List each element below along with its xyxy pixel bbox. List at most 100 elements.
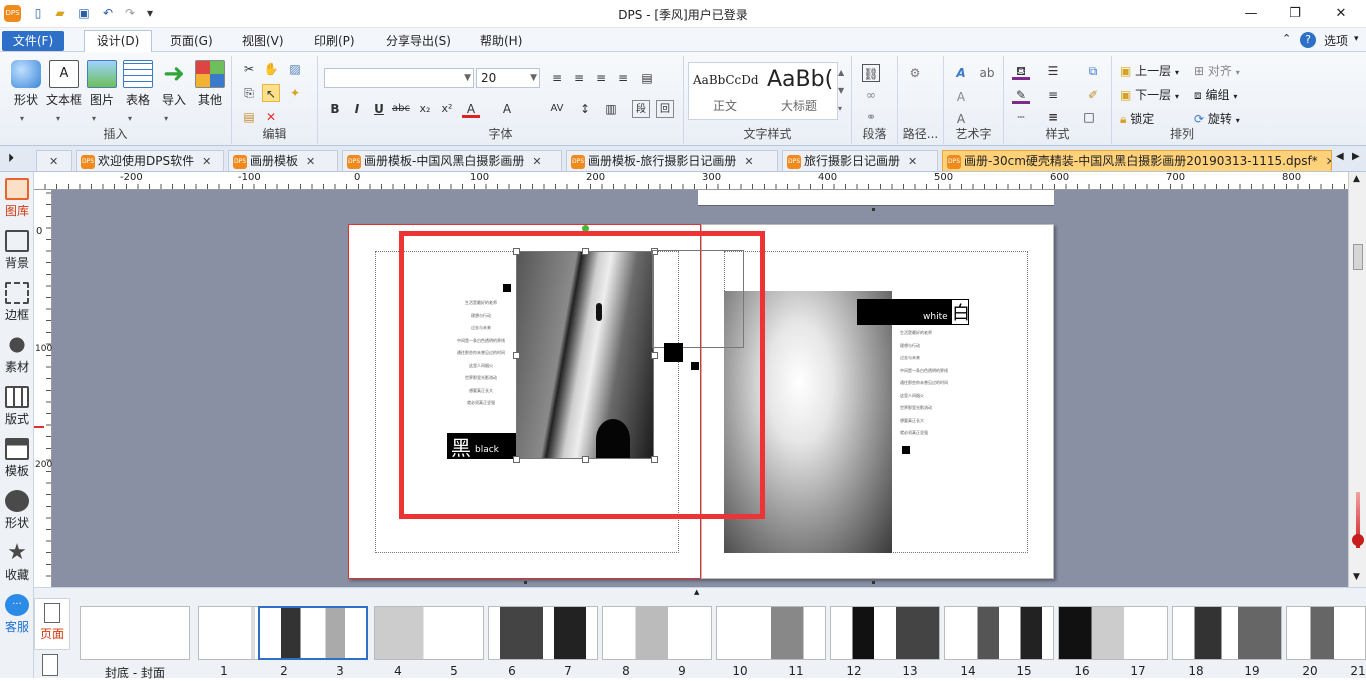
- tab-travel-album-template[interactable]: DPS 画册模板-旅行摄影日记画册 ✕: [566, 150, 778, 171]
- menu-help[interactable]: 帮助(H): [474, 31, 528, 51]
- font-size-up-icon[interactable]: A: [498, 100, 516, 118]
- chain-icon[interactable]: ∞: [862, 86, 880, 104]
- sidebar-item-border[interactable]: 边框: [0, 282, 34, 323]
- textbox-button[interactable]: A 文本框: [44, 60, 84, 108]
- sidebar-item-gallery[interactable]: 图库: [0, 178, 34, 219]
- distribute-icon[interactable]: ▤: [638, 69, 656, 87]
- sidebar-item-layout[interactable]: 版式: [0, 386, 34, 427]
- close-icon[interactable]: ✕: [306, 152, 315, 171]
- options-chevron-icon[interactable]: ▾: [1354, 34, 1359, 44]
- menu-design[interactable]: 设计(D): [84, 30, 152, 52]
- path-gear-icon[interactable]: ⚙: [906, 64, 924, 82]
- thumbnail-page-8-9[interactable]: [602, 606, 712, 660]
- unlink-icon[interactable]: ⚭: [862, 108, 880, 126]
- tab-scroll-right-icon[interactable]: ▶: [1352, 151, 1360, 162]
- select-arrow-icon[interactable]: ↖: [262, 84, 280, 102]
- menu-file[interactable]: 文件(F): [2, 31, 64, 51]
- font-family-select[interactable]: ▼: [324, 68, 474, 88]
- thumbnail-page-12-13[interactable]: [830, 606, 940, 660]
- tab-current-document[interactable]: DPS 画册-30cm硬壳精装-中国风黑白摄影画册20190313-1115.dp…: [942, 150, 1332, 171]
- menu-page[interactable]: 页面(G): [164, 31, 219, 51]
- sidebar-item-background[interactable]: 背景: [0, 230, 34, 271]
- page-doc-icon-2[interactable]: [42, 654, 58, 676]
- thumbnail-page-4-5[interactable]: [374, 606, 484, 660]
- style-normal-sample[interactable]: AaBbCcDd: [693, 73, 759, 87]
- sidebar-item-shape[interactable]: 形状: [0, 490, 34, 531]
- collapse-ribbon-icon[interactable]: ⌃: [1282, 32, 1291, 45]
- align-button[interactable]: ⊞ 对齐 ▾: [1194, 62, 1240, 79]
- paste-icon[interactable]: ▤: [240, 108, 258, 126]
- import-button[interactable]: ➜ 导入: [154, 60, 194, 108]
- justify-icon[interactable]: ≡: [614, 69, 632, 87]
- panel-toggle-icon[interactable]: ⏵: [8, 151, 14, 166]
- line-weight-icon[interactable]: ≡: [1044, 86, 1062, 104]
- brush-icon[interactable]: ✐: [1084, 86, 1102, 104]
- underline-icon[interactable]: U: [370, 100, 388, 118]
- scroll-thumb[interactable]: [1353, 244, 1363, 270]
- cut-icon[interactable]: ✂: [240, 60, 258, 78]
- fill-bucket-icon[interactable]: ⛾: [1012, 62, 1030, 80]
- italic-icon[interactable]: I: [348, 100, 366, 118]
- sidebar-item-support[interactable]: ··· 客服: [0, 594, 34, 635]
- art-text-vertical-icon[interactable]: ab: [978, 64, 996, 82]
- shadow-box-icon[interactable]: □: [1080, 108, 1098, 126]
- thumbnail-page-10-11[interactable]: [716, 606, 826, 660]
- tab-album-template[interactable]: DPS 画册模板 ✕: [228, 150, 338, 171]
- tab-chinese-album-template[interactable]: DPS 画册模板-中国风黑白摄影画册 ✕: [342, 150, 562, 171]
- tab-travel-album[interactable]: DPS 旅行摄影日记画册 ✕: [782, 150, 938, 171]
- thumbnail-page-20-21[interactable]: [1286, 606, 1366, 660]
- paragraph-box-icon[interactable]: 回: [656, 100, 674, 118]
- style-copy-icon[interactable]: ⧉: [1084, 62, 1102, 80]
- minimize-button[interactable]: —: [1236, 4, 1266, 24]
- dash-style-icon[interactable]: ┄: [1012, 108, 1030, 126]
- tab-blank[interactable]: ✕: [36, 150, 72, 171]
- thumbnail-page-14-15[interactable]: [944, 606, 1054, 660]
- send-backward-button[interactable]: ▣ 下一层 ▾: [1120, 86, 1179, 103]
- vertical-scrollbar[interactable]: ▲ ▼: [1348, 172, 1366, 587]
- thumbnail-page-18-19[interactable]: [1172, 606, 1282, 660]
- subscript-icon[interactable]: x₂: [416, 100, 434, 118]
- image-tool-icon[interactable]: ▨: [286, 60, 304, 78]
- char-spacing-icon[interactable]: AV: [548, 100, 566, 118]
- sidebar-item-favorites[interactable]: ★ 收藏: [0, 542, 34, 583]
- canvas-area[interactable]: 生活是最好的老师 理想与行动 过去与未来 中间是一条白色透明的界线 通往那些你未…: [52, 190, 1348, 587]
- paragraph-before-icon[interactable]: 段: [632, 100, 650, 118]
- tab-welcome[interactable]: DPS 欢迎使用DPS软件 ✕: [76, 150, 224, 171]
- close-window-button[interactable]: ✕: [1326, 4, 1356, 24]
- bold-icon[interactable]: B: [326, 100, 344, 118]
- style-scroll-icon[interactable]: ▲ ▼ ▾: [838, 64, 844, 118]
- align-right-icon[interactable]: ≡: [592, 69, 610, 87]
- sidebar-item-template[interactable]: 模板: [0, 438, 34, 479]
- line-style-icon[interactable]: ☰: [1044, 62, 1062, 80]
- style-heading-sample[interactable]: AaBb(: [767, 67, 835, 92]
- help-icon[interactable]: ?: [1300, 32, 1316, 48]
- indent-icon[interactable]: ▥: [602, 100, 620, 118]
- thumbnail-page-16-17[interactable]: [1058, 606, 1168, 660]
- scroll-down-icon[interactable]: ▼: [1353, 572, 1360, 582]
- superscript-icon[interactable]: x²: [438, 100, 456, 118]
- options-menu[interactable]: 选项: [1324, 32, 1348, 49]
- other-button[interactable]: 其他: [190, 60, 230, 108]
- paragraph-link-icon[interactable]: ⛓: [862, 64, 880, 82]
- copy-icon[interactable]: ⎘: [240, 84, 258, 102]
- zoom-slider-knob[interactable]: [1352, 534, 1364, 546]
- close-icon[interactable]: ✕: [744, 152, 753, 171]
- hand-icon[interactable]: ✋: [262, 60, 280, 78]
- close-icon[interactable]: ✕: [1326, 152, 1331, 171]
- shape-button[interactable]: 形状: [6, 60, 46, 108]
- font-size-select[interactable]: 20 ▼: [476, 68, 540, 88]
- close-icon[interactable]: ✕: [908, 152, 917, 171]
- menu-view[interactable]: 视图(V): [236, 31, 290, 51]
- page-panel-tab[interactable]: 页面: [34, 598, 70, 650]
- strikethrough-icon[interactable]: abc: [392, 100, 410, 118]
- line-spacing-icon[interactable]: ↕: [576, 100, 594, 118]
- thumbnail-page-2-3[interactable]: [258, 606, 368, 660]
- thumb-scroll-up-icon[interactable]: ▲: [694, 588, 699, 596]
- restore-button[interactable]: ❐: [1280, 4, 1310, 24]
- magic-wand-icon[interactable]: ✦: [286, 84, 304, 102]
- table-button[interactable]: 表格: [118, 60, 158, 108]
- scroll-up-icon[interactable]: ▲: [1353, 174, 1360, 184]
- group-button[interactable]: ⧈ 编组 ▾: [1194, 86, 1237, 103]
- align-center-icon[interactable]: ≡: [570, 69, 588, 87]
- thumbnail-page-6-7[interactable]: [488, 606, 598, 660]
